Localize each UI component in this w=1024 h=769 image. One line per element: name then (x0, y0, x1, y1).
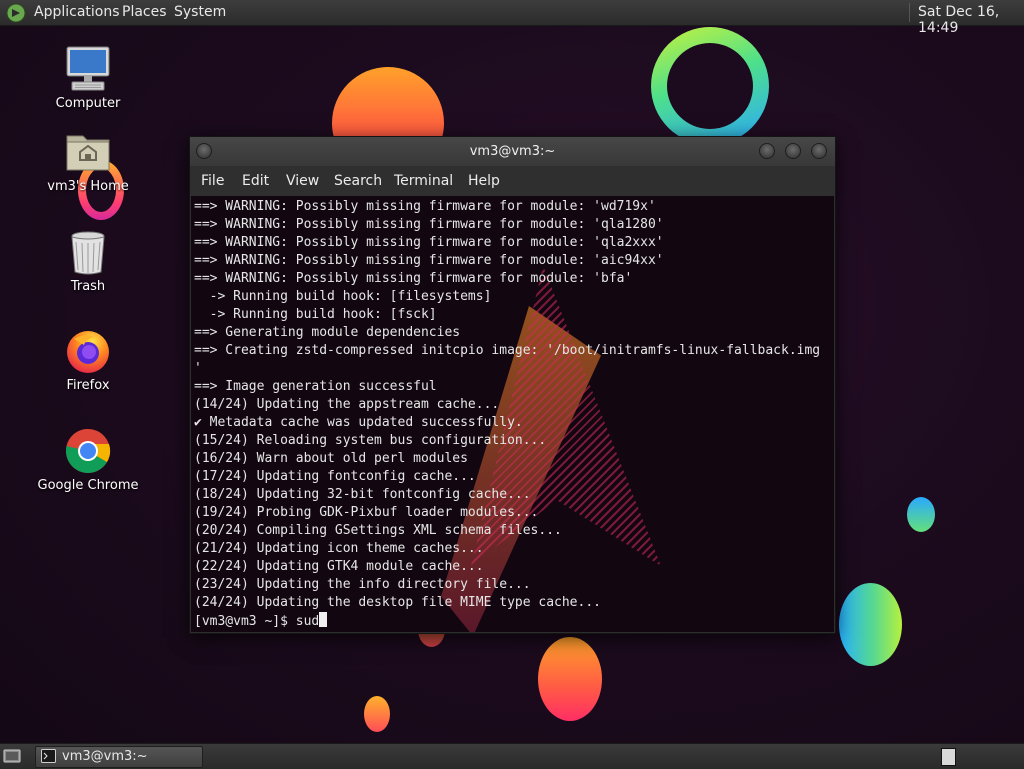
desktop-icon-trash[interactable]: Trash (33, 228, 143, 294)
terminal-line: ' (194, 361, 202, 376)
firefox-icon (64, 327, 112, 375)
home-folder-icon (64, 128, 112, 176)
mate-logo-icon[interactable] (6, 3, 26, 23)
terminal-line: ==> Creating zstd-compressed initcpio im… (194, 343, 821, 358)
wallpaper-orange-dot (364, 696, 390, 732)
terminal-line: -> Running build hook: [filesystems] (194, 289, 492, 304)
desktop-icon-label: Google Chrome (37, 478, 139, 493)
terminal-prompt-line[interactable]: [vm3@vm3 ~]$ sud (194, 612, 820, 630)
terminal-line: (20/24) Compiling GSettings XML schema f… (194, 523, 562, 538)
terminal-line: ==> WARNING: Possibly missing firmware f… (194, 217, 664, 232)
menu-places[interactable]: Places (122, 4, 167, 20)
maximize-button[interactable] (785, 143, 801, 159)
desktop-icon-label: Trash (70, 279, 106, 294)
menu-view[interactable]: View (286, 173, 319, 189)
taskbar-button-label: vm3@vm3:~ (62, 749, 148, 764)
show-desktop-icon[interactable] (3, 748, 21, 764)
terminal-line: ==> Generating module dependencies (194, 325, 461, 340)
desktop-icon-label: Computer (55, 96, 121, 111)
clock[interactable]: Sat Dec 16, 14:49 (918, 4, 1024, 36)
wallpaper-orange-oval (538, 637, 602, 721)
wallpaper-blue-dot (907, 497, 935, 532)
desktop-icon-label: vm3's Home (47, 179, 129, 194)
terminal-line: (19/24) Probing GDK-Pixbuf loader module… (194, 505, 539, 520)
workspace-switcher-icon[interactable] (941, 748, 956, 766)
menu-applications[interactable]: Applications (34, 4, 120, 20)
terminal-line: ==> WARNING: Possibly missing firmware f… (194, 271, 633, 286)
menu-help[interactable]: Help (468, 173, 500, 189)
terminal-line: (24/24) Updating the desktop file MIME t… (194, 595, 601, 610)
terminal-output[interactable]: ==> WARNING: Possibly missing firmware f… (191, 196, 834, 632)
terminal-line: ==> WARNING: Possibly missing firmware f… (194, 253, 664, 268)
taskbar-terminal-button[interactable]: vm3@vm3:~ (35, 746, 203, 768)
terminal-line: (17/24) Updating fontconfig cache... (194, 469, 476, 484)
desktop-icon-home[interactable]: vm3's Home (33, 128, 143, 194)
terminal-icon (41, 749, 56, 763)
bottom-panel: vm3@vm3:~ (0, 743, 1024, 769)
menu-file[interactable]: File (201, 173, 224, 189)
terminal-line: (21/24) Updating icon theme caches... (194, 541, 484, 556)
terminal-line: (16/24) Warn about old perl modules (194, 451, 468, 466)
top-panel: Applications Places System Sat Dec 16, 1… (0, 0, 1024, 36)
terminal-line: ==> WARNING: Possibly missing firmware f… (194, 199, 656, 214)
desktop-icon-label: Firefox (66, 378, 110, 393)
terminal-titlebar[interactable]: vm3@vm3:~ (190, 137, 835, 166)
minimize-button[interactable] (759, 143, 775, 159)
menu-search[interactable]: Search (334, 173, 382, 189)
menu-system[interactable]: System (174, 4, 226, 20)
terminal-line: -> Running build hook: [fsck] (194, 307, 437, 322)
wallpaper-gradient-ring (651, 27, 769, 145)
terminal-line: ==> WARNING: Possibly missing firmware f… (194, 235, 664, 250)
desktop-icon-computer[interactable]: Computer (33, 45, 143, 111)
terminal-menubar: File Edit View Search Terminal Help (190, 166, 835, 196)
command-input[interactable]: sud (296, 614, 319, 629)
wallpaper-blue-oval (839, 583, 902, 666)
shell-prompt: [vm3@vm3 ~]$ (194, 614, 296, 629)
terminal-window[interactable]: vm3@vm3:~ File Edit View Search Terminal… (189, 136, 836, 634)
terminal-line: ✔ Metadata cache was updated successfull… (194, 415, 523, 430)
terminal-text: ==> WARNING: Possibly missing firmware f… (194, 198, 820, 630)
desktop-icon-chrome[interactable]: Google Chrome (33, 427, 143, 493)
terminal-line: (15/24) Reloading system bus configurati… (194, 433, 547, 448)
terminal-line: (22/24) Updating GTK4 module cache... (194, 559, 484, 574)
window-menu-button[interactable] (196, 143, 212, 159)
trash-icon (64, 228, 112, 276)
terminal-line: (23/24) Updating the info directory file… (194, 577, 531, 592)
chrome-icon (64, 427, 112, 475)
close-button[interactable] (811, 143, 827, 159)
terminal-title: vm3@vm3:~ (469, 144, 556, 159)
computer-icon (64, 45, 112, 93)
terminal-line: ==> Image generation successful (194, 379, 437, 394)
text-cursor (319, 612, 328, 627)
desktop-icon-firefox[interactable]: Firefox (33, 327, 143, 393)
terminal-line: (14/24) Updating the appstream cache... (194, 397, 500, 412)
menu-terminal[interactable]: Terminal (394, 173, 453, 189)
menu-edit[interactable]: Edit (242, 173, 269, 189)
terminal-line: (18/24) Updating 32-bit fontconfig cache… (194, 487, 531, 502)
panel-separator (909, 3, 910, 22)
